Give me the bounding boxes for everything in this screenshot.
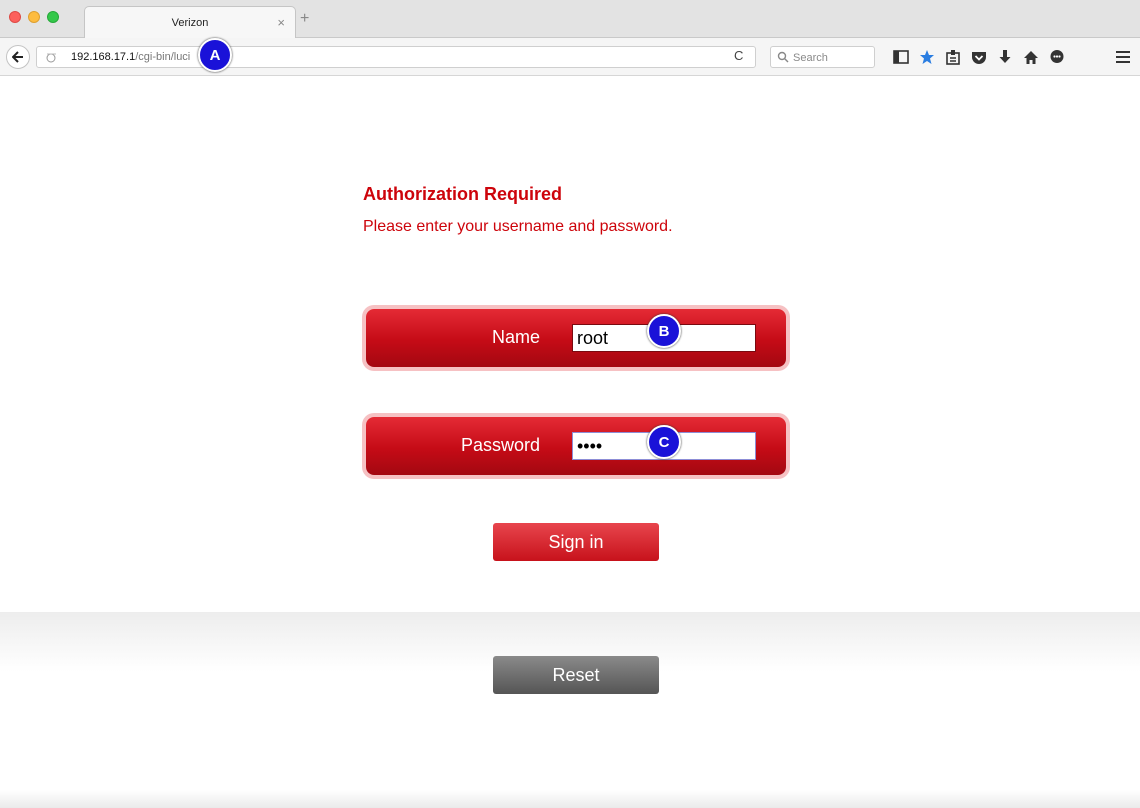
site-info-icon[interactable]: [45, 51, 59, 69]
close-window-button[interactable]: [9, 11, 21, 23]
browser-tab[interactable]: Verizon ×: [84, 6, 296, 39]
password-field-row: Password: [366, 417, 786, 475]
search-placeholder: Search: [793, 52, 828, 64]
bottom-shade: [0, 790, 1140, 808]
name-label: Name: [491, 327, 540, 347]
sign-in-button[interactable]: Sign in: [493, 523, 659, 561]
search-field[interactable]: Search: [770, 46, 875, 68]
sidebar-icon[interactable]: [892, 48, 910, 66]
page-subtitle: Please enter your username and password.: [363, 218, 673, 235]
tab-strip: Verizon × +: [0, 0, 1140, 39]
page-title: Authorization Required: [363, 184, 562, 204]
annotation-marker-b: B: [647, 314, 681, 348]
menu-icon[interactable]: [1114, 48, 1132, 66]
bookmarks-menu-icon[interactable]: [944, 48, 962, 66]
chat-icon[interactable]: [1048, 48, 1066, 66]
address-bar[interactable]: 192.168.17.1/cgi-bin/luci: [36, 46, 756, 68]
name-field-row: Name: [366, 309, 786, 367]
pocket-icon[interactable]: [970, 48, 988, 66]
downloads-icon[interactable]: [996, 48, 1014, 66]
navigation-bar: 192.168.17.1/cgi-bin/luci: [0, 38, 1140, 76]
annotation-marker-a: A: [198, 38, 232, 72]
home-icon[interactable]: [1022, 48, 1040, 66]
new-tab-button[interactable]: +: [300, 11, 309, 27]
url-text[interactable]: 192.168.17.1/cgi-bin/luci: [71, 51, 190, 63]
back-arrow-icon: [12, 51, 23, 63]
search-icon: [777, 51, 789, 63]
password-label: Password: [460, 435, 540, 455]
reload-icon[interactable]: C: [734, 48, 743, 63]
reset-button[interactable]: Reset: [493, 656, 659, 694]
minimize-window-button[interactable]: [28, 11, 40, 23]
url-host: 192.168.17.1: [71, 51, 136, 63]
tab-title: Verizon: [171, 17, 209, 29]
bookmark-star-icon[interactable]: [918, 48, 936, 66]
back-button[interactable]: [6, 45, 30, 69]
annotation-marker-c: C: [647, 425, 681, 459]
tab-close-icon[interactable]: ×: [277, 15, 285, 30]
zoom-window-button[interactable]: [47, 11, 59, 23]
url-path: /cgi-bin/luci: [135, 51, 191, 63]
